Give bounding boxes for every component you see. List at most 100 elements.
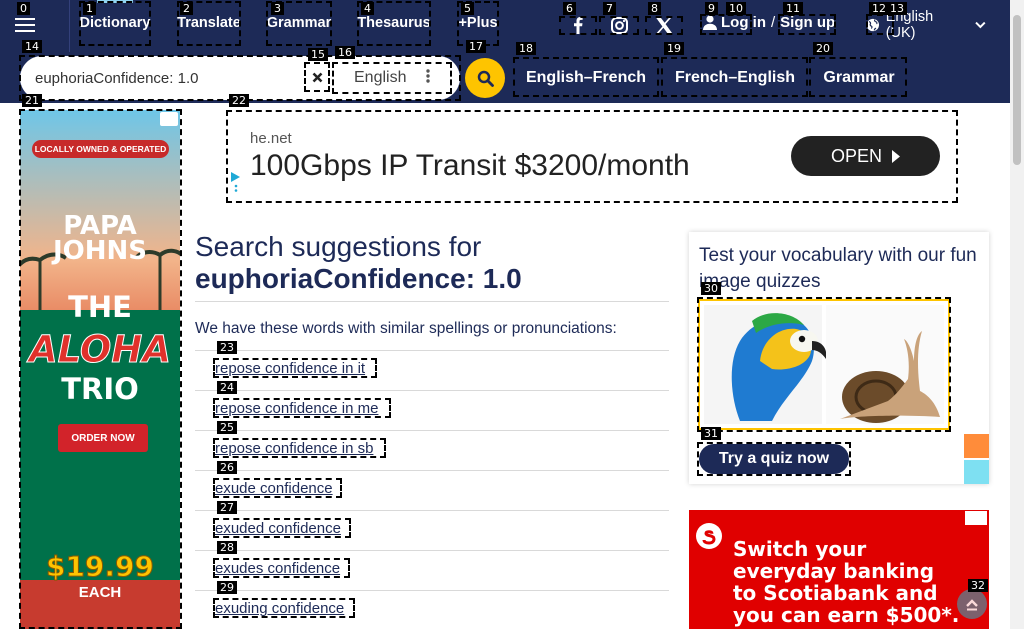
ad-copy-line: you can earn $500*.	[733, 603, 960, 627]
more-vertical-icon	[426, 69, 430, 83]
ad-open-button[interactable]: OPEN	[791, 136, 940, 176]
scroll-to-top-button[interactable]	[957, 589, 987, 619]
ad-copy-line: to Scotiabank and	[733, 581, 938, 605]
suggestion-link[interactable]: repose confidence in sb	[215, 440, 373, 457]
site-language-label: English (UK)	[885, 9, 934, 41]
divider	[195, 350, 669, 351]
divider	[195, 550, 669, 551]
ad-text: TRIO	[61, 372, 139, 406]
ad-price: $19.99	[45, 550, 155, 584]
tab-label: English–French	[525, 69, 647, 86]
quiz-image[interactable]	[698, 299, 950, 430]
nav-link-label: Thesaurus	[357, 15, 431, 31]
clear-search-button[interactable]	[304, 62, 330, 92]
ad-copy-line: everyday banking	[733, 559, 935, 583]
left-skyscraper-ad[interactable]: LOCALLY OWNED & OPERATED PAPA JOHNS THE …	[20, 110, 180, 629]
suggestions-intro: We have these words with similar spellin…	[195, 320, 617, 337]
tab-label: French–English	[674, 69, 796, 86]
dictionary-language-value: English	[354, 69, 407, 86]
suggestion-link[interactable]: exudes confidence	[215, 560, 340, 577]
ad-promo: ALOHA	[29, 328, 172, 372]
scotiabank-logo	[696, 523, 722, 549]
search-button[interactable]	[465, 58, 505, 98]
tab-french-english[interactable]: French–English	[663, 58, 807, 98]
auth-separator: /	[771, 14, 776, 31]
element-label: 28	[217, 541, 237, 554]
scrollbar-thumb[interactable]	[1013, 15, 1021, 165]
ad-copy-line: Switch your	[733, 537, 867, 561]
element-label: 27	[217, 501, 237, 514]
nav-link-label: +Plus	[458, 15, 498, 31]
ad-choices-icon[interactable]	[965, 511, 987, 525]
divider	[195, 430, 669, 431]
ad-choices-icon[interactable]	[230, 171, 242, 193]
arrow-up-icon	[966, 599, 978, 611]
ad-cta-label: OPEN	[830, 145, 882, 166]
search-input[interactable]	[35, 65, 300, 91]
nav-link-grammar[interactable]: Grammar	[266, 0, 332, 46]
search-term: euphoriaConfidence: 1.0	[195, 263, 522, 294]
nav-link-dictionary[interactable]: Dictionary	[79, 0, 151, 46]
menu-icon	[15, 18, 35, 20]
element-label: 25	[217, 421, 237, 434]
nav-link-plus[interactable]: +Plus	[457, 0, 499, 46]
ad-brand: PAPA JOHNS	[20, 213, 180, 266]
nav-link-thesaurus[interactable]: Thesaurus	[357, 0, 431, 46]
login-link[interactable]: Log in	[721, 14, 766, 31]
auth-links: Log in / Sign up	[703, 14, 835, 31]
page-scrollbar[interactable]	[1010, 0, 1024, 629]
ad-domain: he.net	[250, 130, 292, 147]
ad-copy: Switch your everyday banking to Scotiaba…	[733, 538, 959, 626]
tab-english-french[interactable]: English–French	[515, 58, 657, 98]
site-language-selector[interactable]: English (UK)	[866, 9, 986, 41]
instagram-icon	[610, 17, 628, 34]
suggestion-link[interactable]: exuding confidence	[215, 600, 344, 617]
suggestion-link[interactable]: exuded confidence	[215, 520, 341, 537]
ad-order-button[interactable]: ORDER NOW	[58, 424, 148, 452]
top-banner-ad[interactable]: he.net 100Gbps IP Transit $3200/month OP…	[227, 111, 957, 202]
signup-link[interactable]: Sign up	[780, 14, 835, 31]
side-tab-orange[interactable]	[964, 434, 989, 458]
active-indicator	[97, 0, 133, 3]
facebook-icon	[574, 17, 583, 34]
suggestion-link[interactable]: exude confidence	[215, 480, 333, 497]
element-label: 23	[217, 341, 237, 354]
parrot-and-snail-image	[704, 305, 944, 424]
play-icon	[892, 149, 900, 163]
tab-grammar[interactable]: Grammar	[811, 58, 907, 98]
nav-link-label: Dictionary	[79, 15, 151, 31]
try-quiz-button[interactable]: Try a quiz now	[699, 444, 849, 474]
search-icon	[477, 70, 494, 87]
menu-button[interactable]	[8, 8, 44, 44]
side-tabs[interactable]	[964, 434, 989, 484]
globe-icon	[866, 18, 880, 32]
menu-icon-bar	[15, 24, 35, 26]
page-title-prefix: Search suggestions for	[195, 231, 482, 262]
divider	[195, 590, 669, 591]
instagram-link[interactable]	[599, 16, 639, 35]
menu-icon-bar	[15, 30, 35, 32]
ad-brand-line: JOHNS	[52, 236, 148, 266]
suggestion-link[interactable]: repose confidence in me	[215, 400, 378, 417]
divider	[195, 470, 669, 471]
page-title: Search suggestions for euphoriaConfidenc…	[195, 231, 669, 295]
suggestion-link[interactable]: repose confidence in it	[215, 360, 365, 377]
quiz-title: Test your vocabulary with our fun image …	[699, 245, 977, 292]
x-icon	[656, 18, 672, 33]
nav-link-translate[interactable]: Translate	[177, 0, 241, 46]
nav-link-label: Translate	[177, 15, 241, 31]
right-banner-ad[interactable]: Switch your everyday banking to Scotiaba…	[689, 510, 989, 629]
close-icon	[312, 72, 322, 82]
dictionary-language-select[interactable]: English	[332, 62, 452, 94]
divider	[195, 510, 669, 511]
divider	[195, 390, 669, 391]
side-tab-cyan[interactable]	[964, 460, 989, 484]
element-label: 26	[217, 461, 237, 474]
x-link[interactable]	[645, 16, 683, 35]
divider	[195, 301, 669, 302]
ad-choices-icon[interactable]	[160, 112, 178, 126]
facebook-link[interactable]	[561, 16, 595, 35]
tab-label: Grammar	[823, 69, 895, 86]
nav-link-label: Grammar	[266, 15, 332, 31]
chevron-down-icon	[975, 21, 986, 29]
